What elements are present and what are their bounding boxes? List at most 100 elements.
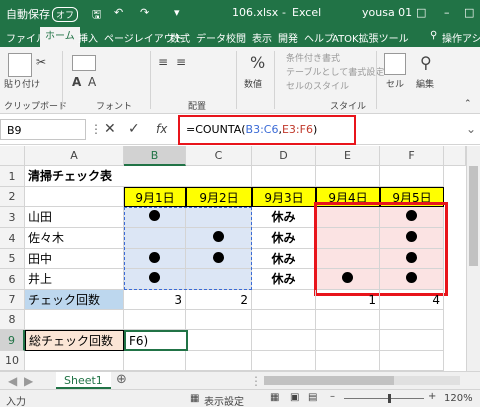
- align-center-icon[interactable]: ≡: [176, 55, 186, 69]
- user-name[interactable]: yousa 01: [362, 6, 412, 19]
- row-header-5[interactable]: 5: [0, 249, 25, 269]
- more-icon[interactable]: ⋮: [90, 122, 102, 136]
- cell[interactable]: [186, 351, 252, 371]
- font-color-icon[interactable]: A: [88, 75, 96, 89]
- cell[interactable]: [25, 187, 124, 207]
- format-as-table-item[interactable]: テーブルとして書式設定: [286, 65, 384, 78]
- cell[interactable]: [316, 351, 380, 371]
- zoom-slider[interactable]: [344, 394, 424, 403]
- cell[interactable]: [316, 166, 380, 187]
- count-value-cell[interactable]: 2: [186, 290, 252, 310]
- cell[interactable]: [252, 310, 316, 330]
- column-header-a[interactable]: A: [25, 146, 124, 166]
- tab-developer[interactable]: 開発: [278, 30, 298, 45]
- total-label-cell[interactable]: 総チェック回数: [25, 330, 124, 351]
- number-label[interactable]: 数値: [244, 77, 262, 90]
- cell[interactable]: [124, 351, 186, 371]
- cell[interactable]: [252, 166, 316, 187]
- percent-icon[interactable]: %: [250, 53, 265, 72]
- absence-cell[interactable]: 休み: [252, 249, 316, 269]
- tab-home[interactable]: ホーム: [40, 27, 80, 47]
- absence-cell[interactable]: 休み: [252, 269, 316, 290]
- maximize-icon[interactable]: □: [464, 6, 474, 19]
- page-break-view-icon[interactable]: ▤: [308, 392, 317, 403]
- row-header-7[interactable]: 7: [0, 290, 25, 310]
- count-value-cell[interactable]: [252, 290, 316, 310]
- name-cell[interactable]: 山田: [25, 207, 124, 228]
- cell[interactable]: [25, 310, 124, 330]
- row-header-9[interactable]: 9: [0, 330, 25, 351]
- cell[interactable]: [186, 310, 252, 330]
- add-sheet-icon[interactable]: ⊕: [116, 372, 127, 387]
- zoom-level[interactable]: 120%: [444, 393, 473, 404]
- font-name-box[interactable]: [72, 55, 96, 71]
- row-header-3[interactable]: 3: [0, 207, 25, 228]
- name-cell[interactable]: 田中: [25, 249, 124, 269]
- page-layout-view-icon[interactable]: ▣: [290, 392, 299, 403]
- display-settings-button[interactable]: 表示設定: [204, 393, 244, 408]
- cell[interactable]: [380, 330, 444, 351]
- paste-label[interactable]: 貼り付け: [4, 77, 40, 90]
- display-settings-icon[interactable]: ▦: [190, 393, 199, 404]
- count-value-cell[interactable]: 1: [316, 290, 380, 310]
- zoom-out-icon[interactable]: –: [330, 391, 335, 402]
- select-all-corner[interactable]: [0, 146, 25, 166]
- cell[interactable]: [252, 351, 316, 371]
- cell[interactable]: [252, 330, 316, 351]
- tell-me-label[interactable]: 操作アシ: [442, 30, 480, 45]
- column-header-f[interactable]: F: [380, 146, 444, 166]
- sheet-tab-sheet1[interactable]: Sheet1: [56, 372, 111, 389]
- column-header-b[interactable]: B: [124, 146, 186, 166]
- cell-styles-item[interactable]: セルのスタイル: [286, 79, 349, 92]
- active-cell-b9[interactable]: F6): [124, 330, 188, 351]
- font-format-icon[interactable]: A: [72, 75, 81, 89]
- normal-view-icon[interactable]: ▦: [270, 392, 279, 403]
- column-header-d[interactable]: D: [252, 146, 316, 166]
- scrollbar-thumb[interactable]: [469, 166, 478, 266]
- search-icon[interactable]: ⚲: [430, 30, 437, 41]
- editing-label[interactable]: 編集: [416, 77, 434, 90]
- vertical-scrollbar[interactable]: [466, 146, 480, 371]
- save-icon[interactable]: 🖫: [92, 6, 101, 25]
- name-cell[interactable]: 井上: [25, 269, 124, 290]
- count-value-cell[interactable]: 4: [380, 290, 444, 310]
- row-header-1[interactable]: 1: [0, 166, 25, 187]
- conditional-format-item[interactable]: 条件付き書式: [286, 51, 340, 64]
- row-header-6[interactable]: 6: [0, 269, 25, 290]
- tab-data[interactable]: データ: [196, 30, 226, 45]
- name-box[interactable]: B9: [0, 119, 86, 140]
- cell[interactable]: [316, 310, 380, 330]
- sheet-title-cell[interactable]: 清掃チェック表: [25, 166, 186, 187]
- cell[interactable]: [380, 310, 444, 330]
- zoom-in-icon[interactable]: +: [428, 391, 436, 402]
- row-header-8[interactable]: 8: [0, 310, 25, 330]
- count-label-cell[interactable]: チェック回数: [25, 290, 124, 310]
- cell[interactable]: [380, 351, 444, 371]
- tab-insert[interactable]: 挿入: [78, 30, 98, 45]
- autosave-toggle[interactable]: オフ: [52, 7, 79, 22]
- ribbon-display-icon[interactable]: □: [416, 6, 426, 19]
- count-value-cell[interactable]: 3: [124, 290, 186, 310]
- cells-label[interactable]: セル: [386, 77, 404, 90]
- tab-view[interactable]: 表示: [252, 30, 272, 45]
- sheet-tab-options-icon[interactable]: ⋮: [250, 374, 262, 388]
- minimize-icon[interactable]: –: [444, 6, 450, 19]
- paste-icon[interactable]: [8, 53, 32, 77]
- quick-access-more-icon[interactable]: ▾: [174, 6, 180, 19]
- scrollbar-thumb[interactable]: [264, 376, 394, 385]
- tab-help[interactable]: ヘルプ: [304, 30, 334, 45]
- absence-cell[interactable]: 休み: [252, 207, 316, 228]
- absence-cell[interactable]: 休み: [252, 228, 316, 249]
- cells-icon[interactable]: [384, 53, 406, 75]
- row-header-10[interactable]: 10: [0, 351, 25, 371]
- cell[interactable]: [124, 310, 186, 330]
- tab-review[interactable]: 校閲: [226, 30, 246, 45]
- tab-formulas[interactable]: 数式: [170, 30, 190, 45]
- cell[interactable]: [380, 166, 444, 187]
- column-header-e[interactable]: E: [316, 146, 380, 166]
- insert-function-icon[interactable]: fx: [156, 122, 167, 136]
- date-header-cell[interactable]: 9月3日: [252, 187, 316, 207]
- expand-formula-icon[interactable]: ⌄: [466, 122, 476, 136]
- column-header-c[interactable]: C: [186, 146, 252, 166]
- cell[interactable]: [25, 351, 124, 371]
